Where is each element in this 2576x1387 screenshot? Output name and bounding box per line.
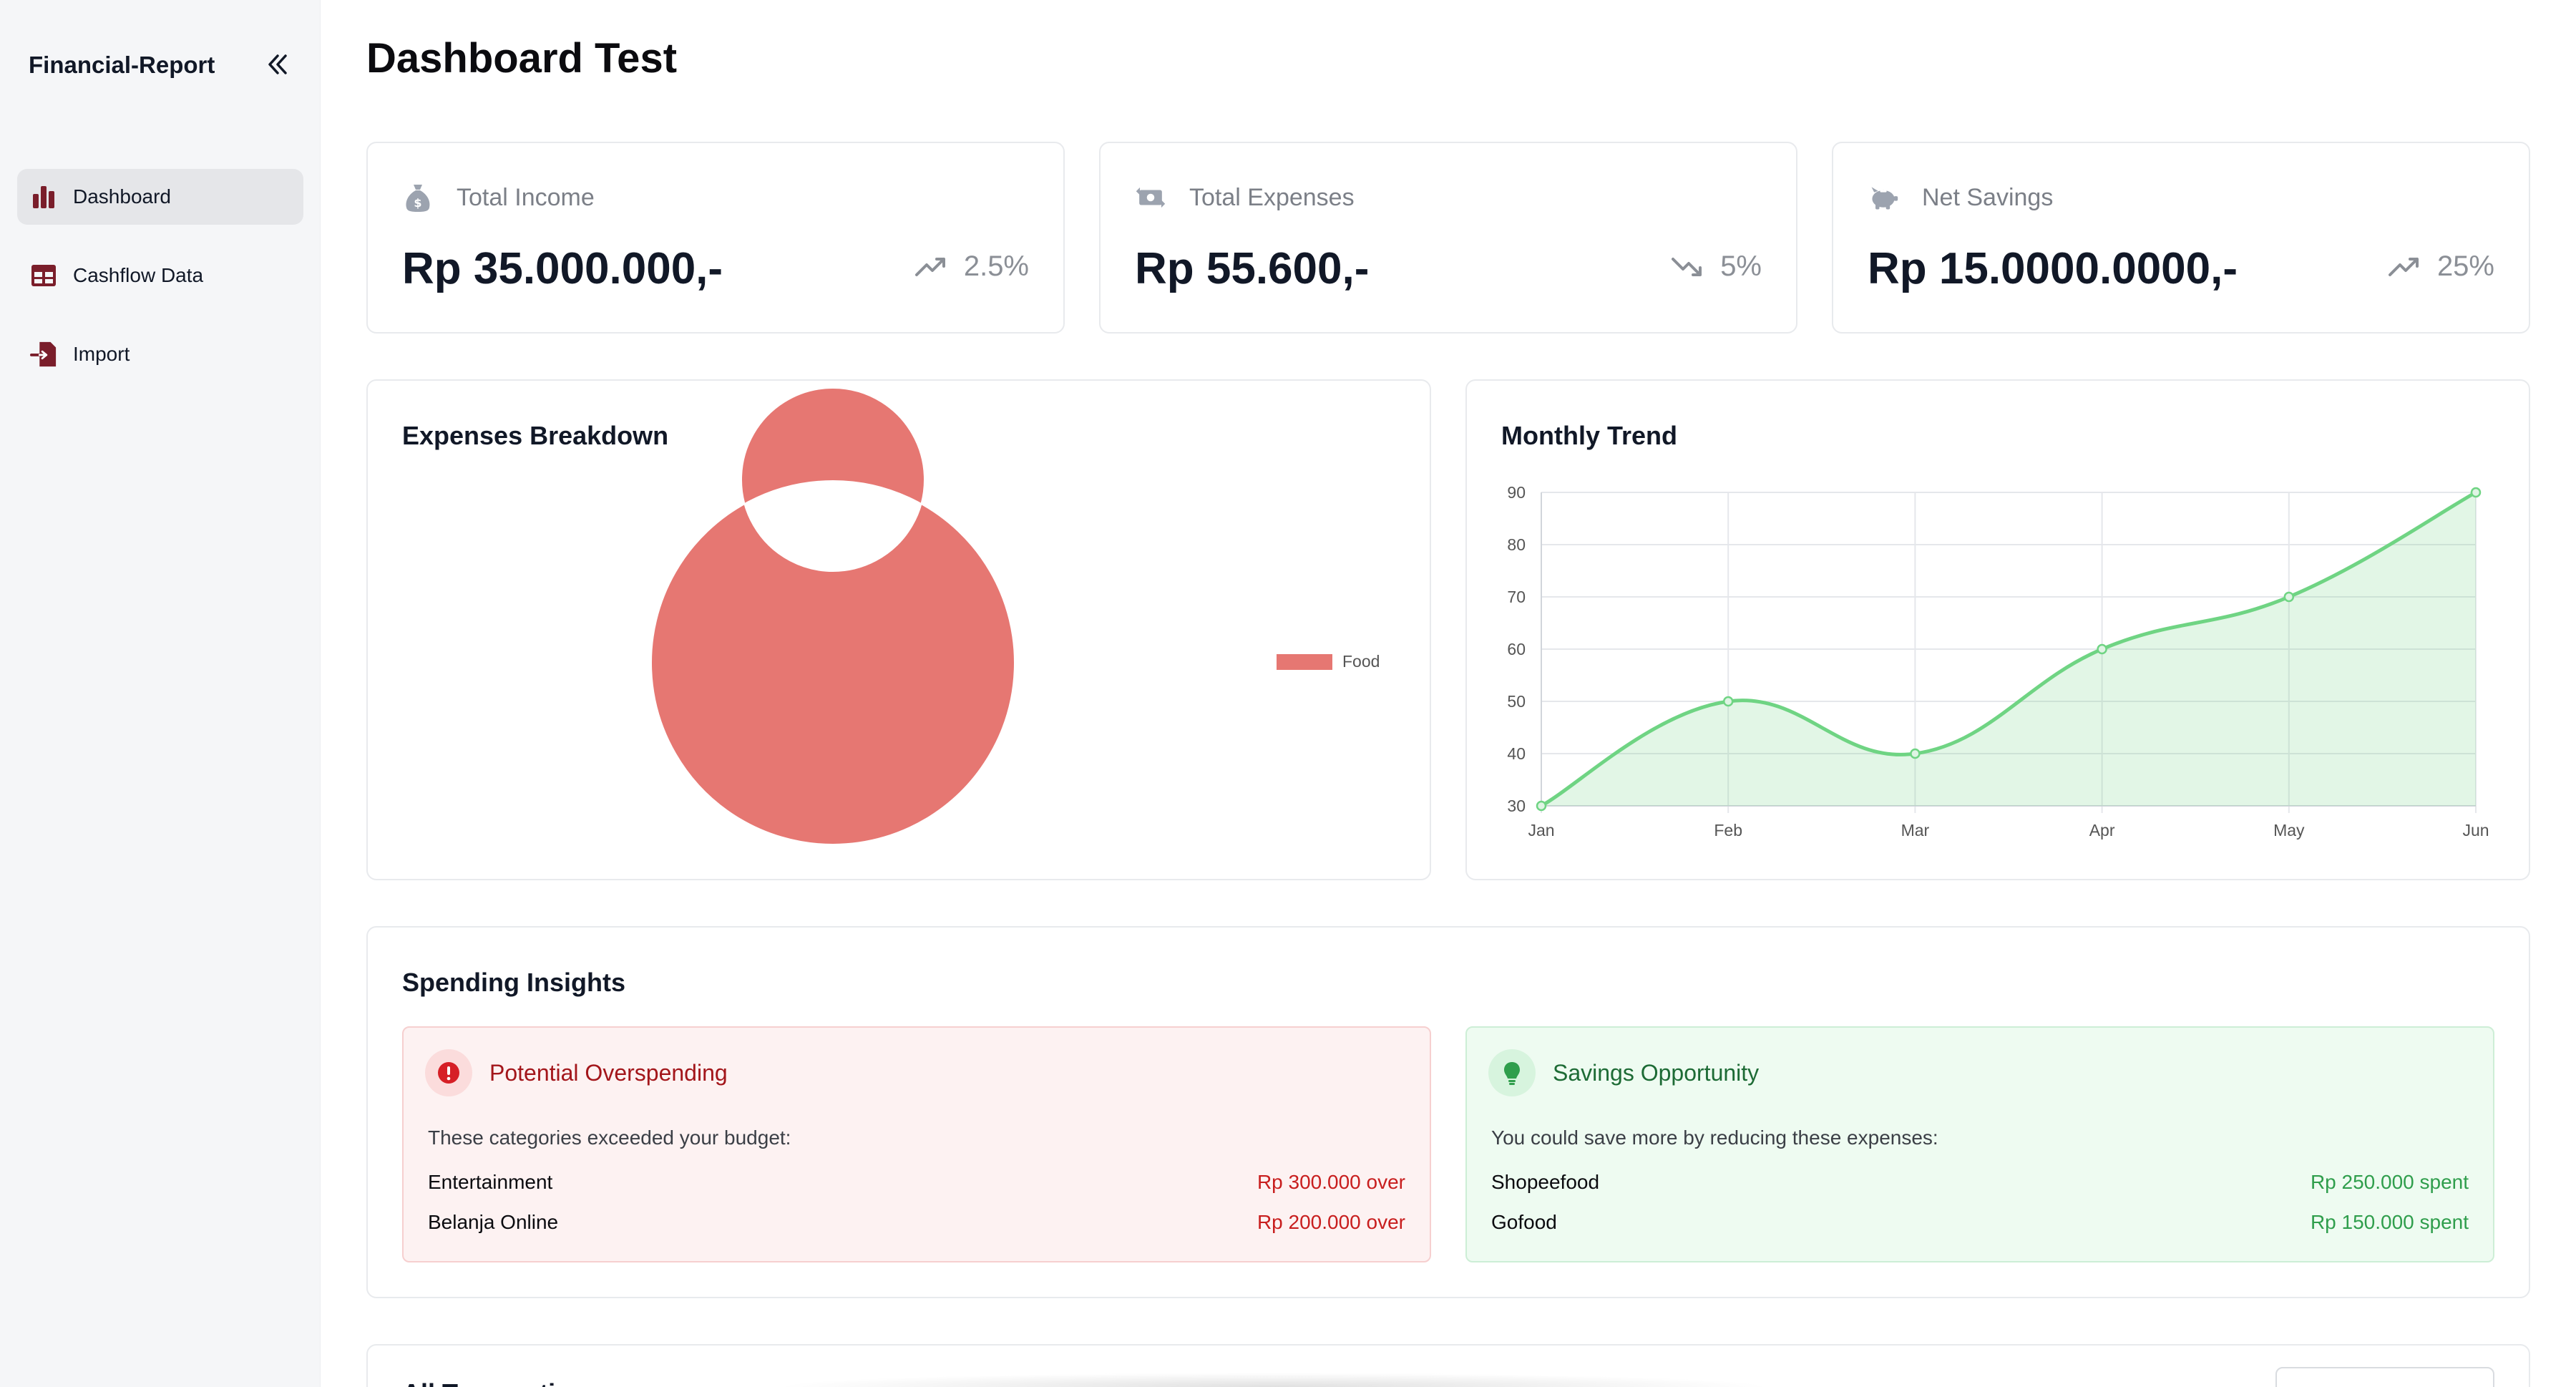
x-tick-label: Apr bbox=[2089, 821, 2115, 840]
stat-change: 5% bbox=[1672, 250, 1762, 283]
net-savings-card: Net Savings Rp 15.0000.0000,- 25% bbox=[1832, 142, 2530, 334]
page-title: Dashboard Test bbox=[366, 35, 678, 82]
money-transfer-icon bbox=[1135, 182, 1166, 213]
legend-label: Food bbox=[1342, 652, 1380, 671]
legend-swatch bbox=[1277, 654, 1332, 670]
monthly-trend-card: Monthly Trend 30 40 50 60 70 80 90 Jan Feb Mar Apr… bbox=[1465, 379, 2530, 880]
piggy-bank-icon bbox=[1868, 182, 1899, 213]
stat-label: Total Expenses bbox=[1189, 183, 1355, 211]
sidebar: Financial-Report Dashboard Cashflow Data… bbox=[0, 0, 321, 1387]
stat-change-value: 2.5% bbox=[963, 250, 1029, 282]
savings-description: You could save more by reducing these ex… bbox=[1491, 1126, 1938, 1149]
sidebar-item-cashflow-data[interactable]: Cashflow Data bbox=[17, 248, 303, 303]
stat-change-value: 5% bbox=[1720, 250, 1762, 282]
spending-insights-card: Spending Insights Potential Overspending… bbox=[366, 926, 2530, 1298]
trend-down-icon bbox=[1672, 257, 1702, 276]
svg-text:$: $ bbox=[414, 196, 421, 210]
stat-change: 25% bbox=[2388, 250, 2494, 283]
stat-change: 2.5% bbox=[914, 250, 1029, 283]
y-tick-label: 60 bbox=[1507, 640, 1526, 658]
sidebar-item-import[interactable]: Import bbox=[17, 326, 303, 382]
expenses-breakdown-card: Expenses Breakdown Food bbox=[366, 379, 1431, 880]
file-import-icon bbox=[30, 341, 57, 368]
y-tick-label: 80 bbox=[1507, 535, 1526, 554]
overspending-description: These categories exceeded your budget: bbox=[428, 1126, 791, 1149]
data-point[interactable] bbox=[1536, 800, 1547, 812]
x-tick-label: Jan bbox=[1528, 821, 1554, 840]
app-brand: Financial-Report bbox=[29, 52, 215, 78]
collapse-sidebar-icon[interactable] bbox=[263, 50, 292, 79]
y-tick-label: 40 bbox=[1507, 744, 1526, 763]
overspending-title: Potential Overspending bbox=[489, 1059, 728, 1086]
sidebar-item-label: Dashboard bbox=[73, 185, 171, 208]
stat-value: Rp 15.0000.0000,- bbox=[1868, 244, 2238, 293]
sidebar-item-label: Import bbox=[73, 343, 130, 365]
sidebar-item-dashboard[interactable]: Dashboard bbox=[17, 169, 303, 225]
stat-value: Rp 55.600,- bbox=[1135, 244, 1370, 293]
data-point[interactable] bbox=[2097, 643, 2107, 655]
stat-label: Total Income bbox=[457, 183, 595, 211]
bar-chart-icon bbox=[30, 183, 57, 210]
list-item: Gofood Rp 150.000 spent bbox=[1491, 1211, 2469, 1240]
data-point[interactable] bbox=[2283, 591, 2295, 603]
scroll-shadow bbox=[773, 1373, 1775, 1387]
category-name: Belanja Online bbox=[428, 1211, 559, 1233]
x-tick-label: Mar bbox=[1901, 821, 1930, 840]
category-name: Entertainment bbox=[428, 1171, 553, 1193]
list-item: Belanja Online Rp 200.000 over bbox=[428, 1211, 1405, 1240]
data-point[interactable] bbox=[2470, 487, 2482, 498]
total-income-card: $ Total Income Rp 35.000.000,- 2.5% bbox=[366, 142, 1065, 334]
monthly-trend-chart: 30 40 50 60 70 80 90 Jan Feb Mar Apr May Jun bbox=[1507, 483, 2489, 840]
stat-value: Rp 35.000.000,- bbox=[402, 244, 723, 293]
y-tick-label: 30 bbox=[1507, 797, 1526, 815]
total-expenses-card: Total Expenses Rp 55.600,- 5% bbox=[1099, 142, 1797, 334]
sidebar-item-label: Cashflow Data bbox=[73, 264, 204, 286]
y-tick-label: 50 bbox=[1507, 692, 1526, 711]
pie-slice[interactable] bbox=[650, 387, 1015, 845]
category-amount: Rp 300.000 over bbox=[1257, 1171, 1405, 1193]
stat-change-value: 25% bbox=[2436, 250, 2494, 282]
data-point[interactable] bbox=[1722, 696, 1734, 707]
trend-up-icon bbox=[2388, 257, 2419, 276]
x-tick-label: May bbox=[2273, 821, 2305, 840]
category-name: Shopeefood bbox=[1491, 1171, 1600, 1193]
overspending-panel: Potential Overspending These categories … bbox=[402, 1026, 1431, 1262]
expenses-donut-chart: Food bbox=[650, 387, 1380, 845]
category-name: Gofood bbox=[1491, 1211, 1557, 1233]
y-tick-label: 90 bbox=[1507, 483, 1526, 502]
x-tick-label: Feb bbox=[1714, 821, 1742, 840]
trend-up-icon bbox=[914, 257, 945, 276]
y-tick-label: 70 bbox=[1507, 588, 1526, 606]
spending-insights-title: Spending Insights bbox=[402, 968, 625, 997]
category-amount: Rp 250.000 spent bbox=[2310, 1171, 2469, 1193]
savings-title: Savings Opportunity bbox=[1553, 1059, 1760, 1086]
stat-label: Net Savings bbox=[1922, 183, 2054, 211]
alert-circle-icon bbox=[425, 1049, 472, 1096]
data-point[interactable] bbox=[1910, 748, 1921, 759]
list-item: Entertainment Rp 300.000 over bbox=[428, 1171, 1405, 1199]
savings-panel: Savings Opportunity You could save more … bbox=[1465, 1026, 2494, 1262]
transactions-filter-button[interactable] bbox=[2275, 1367, 2494, 1387]
money-bag-icon: $ bbox=[402, 182, 434, 213]
all-transactions-title: All Transactions bbox=[402, 1378, 601, 1387]
lightbulb-icon bbox=[1488, 1049, 1536, 1096]
category-amount: Rp 200.000 over bbox=[1257, 1211, 1405, 1233]
list-item: Shopeefood Rp 250.000 spent bbox=[1491, 1171, 2469, 1199]
table-icon bbox=[30, 262, 57, 289]
x-tick-label: Jun bbox=[2462, 821, 2489, 840]
category-amount: Rp 150.000 spent bbox=[2310, 1211, 2469, 1233]
